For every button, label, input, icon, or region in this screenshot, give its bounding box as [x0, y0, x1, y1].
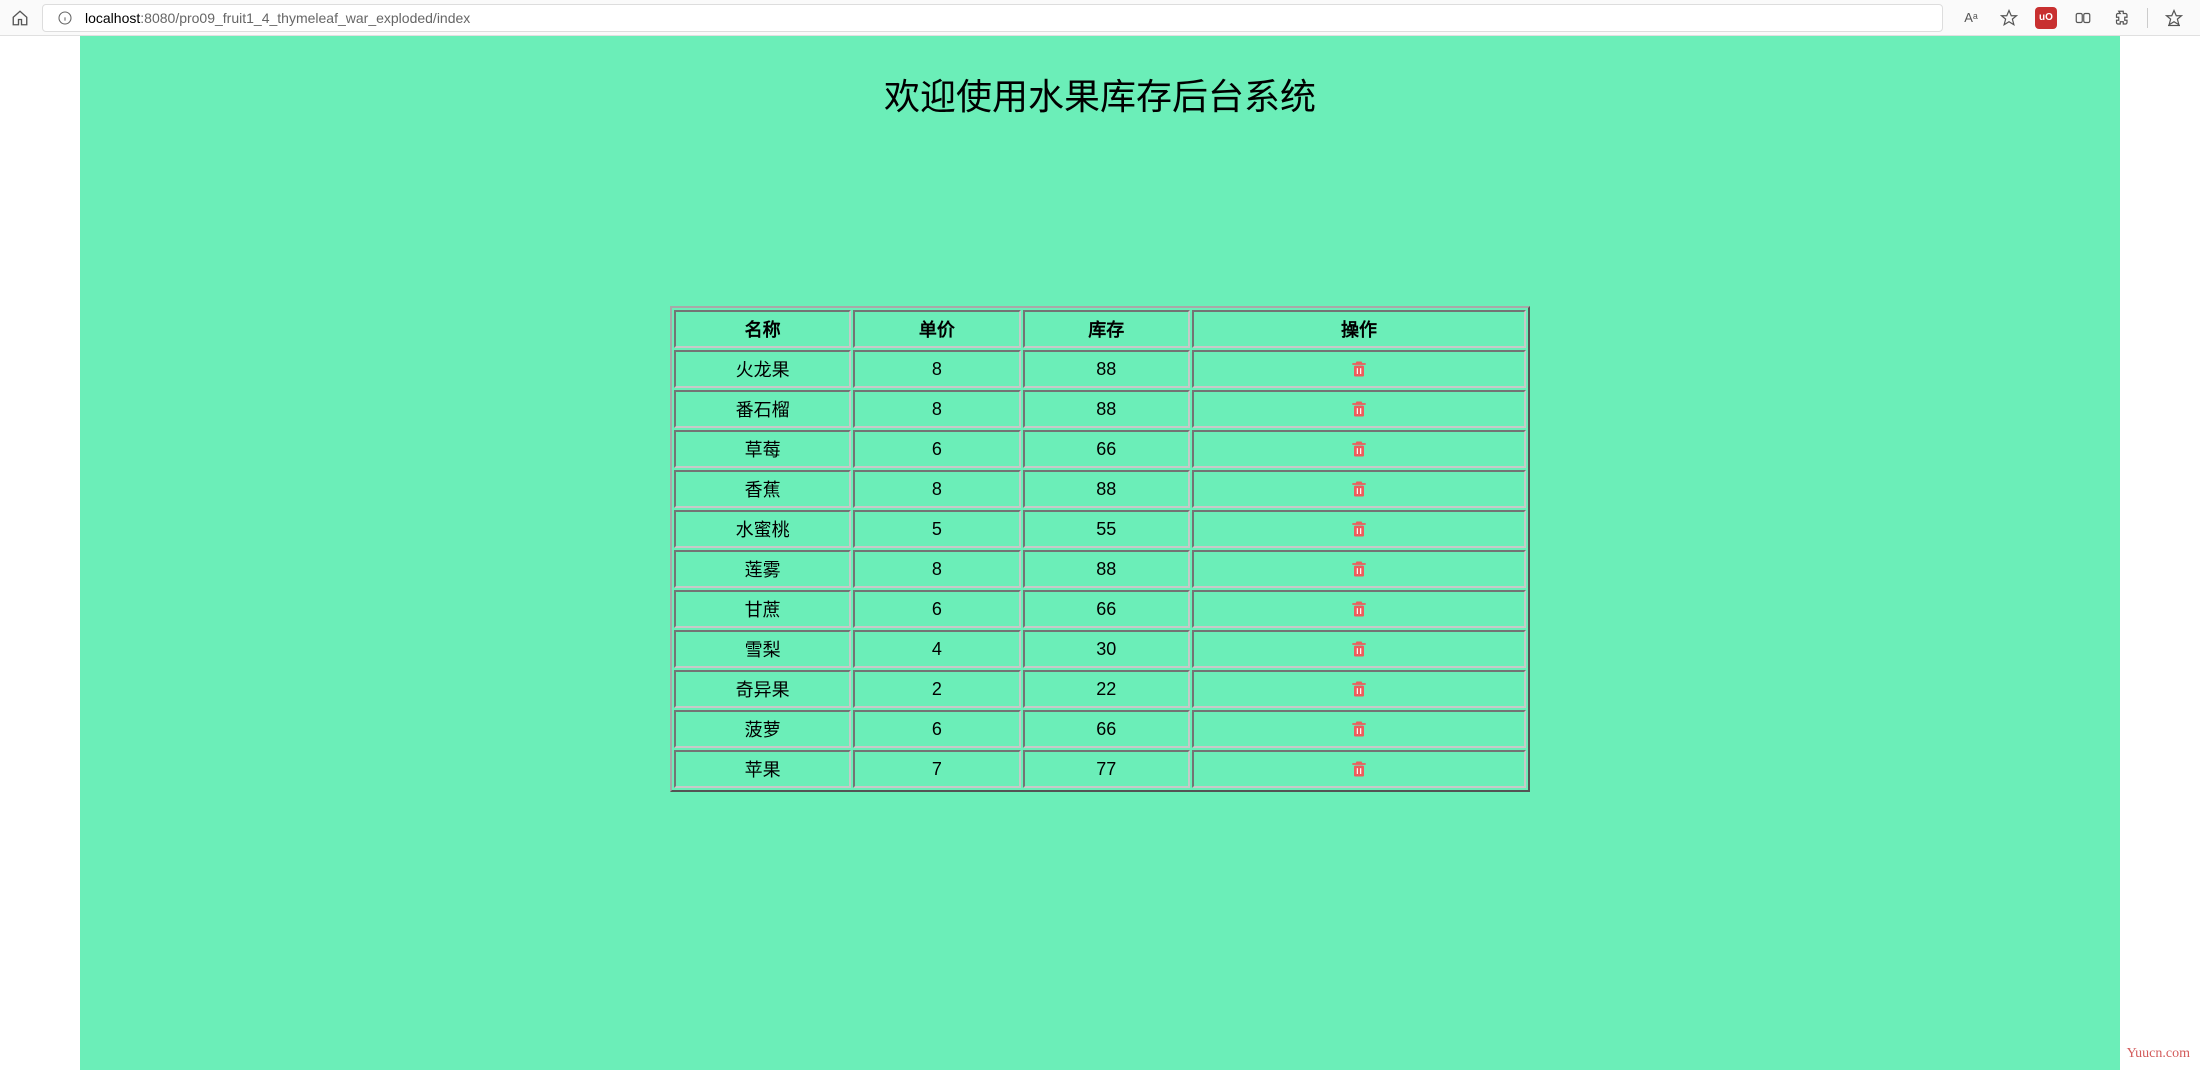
collections-icon[interactable]	[2071, 6, 2095, 30]
toolbar-divider	[2147, 8, 2148, 28]
home-button[interactable]	[8, 6, 32, 30]
cell-stock: 77	[1023, 750, 1190, 788]
cell-price: 8	[853, 350, 1020, 388]
cell-stock: 88	[1023, 350, 1190, 388]
cell-stock: 88	[1023, 470, 1190, 508]
watermark: Yuucn.com	[2127, 1046, 2190, 1062]
trash-icon[interactable]	[1348, 518, 1370, 540]
trash-icon[interactable]	[1348, 478, 1370, 500]
cell-action	[1192, 670, 1526, 708]
table-row: 火龙果888	[674, 350, 1526, 388]
table-row: 番石榴888	[674, 390, 1526, 428]
cell-action	[1192, 430, 1526, 468]
fruit-table-wrap: 名称 单价 库存 操作 火龙果888 番石榴888 草莓666	[670, 306, 1530, 792]
page-title: 欢迎使用水果库存后台系统	[80, 68, 2120, 120]
table-row: 香蕉888	[674, 470, 1526, 508]
cell-stock: 30	[1023, 630, 1190, 668]
cell-name: 莲雾	[674, 550, 851, 588]
col-stock: 库存	[1023, 310, 1190, 348]
favorite-icon[interactable]	[1997, 6, 2021, 30]
url-text: localhost:8080/pro09_fruit1_4_thymeleaf_…	[85, 10, 470, 26]
cell-price: 2	[853, 670, 1020, 708]
trash-icon[interactable]	[1348, 438, 1370, 460]
cell-price: 4	[853, 630, 1020, 668]
url-port: :8080	[140, 10, 175, 26]
trash-icon[interactable]	[1348, 718, 1370, 740]
cell-stock: 88	[1023, 550, 1190, 588]
cell-name: 草莓	[674, 430, 851, 468]
url-host: localhost	[85, 10, 140, 26]
read-aloud-icon[interactable]: Aᵃ	[1959, 6, 1983, 30]
cell-stock: 22	[1023, 670, 1190, 708]
cell-price: 6	[853, 590, 1020, 628]
favorites-list-icon[interactable]	[2162, 6, 2186, 30]
trash-icon[interactable]	[1348, 358, 1370, 380]
trash-icon[interactable]	[1348, 678, 1370, 700]
extensions-icon[interactable]	[2109, 6, 2133, 30]
table-row: 水蜜桃555	[674, 510, 1526, 548]
cell-action	[1192, 470, 1526, 508]
table-header-row: 名称 单价 库存 操作	[674, 310, 1526, 348]
cell-name: 水蜜桃	[674, 510, 851, 548]
cell-price: 6	[853, 710, 1020, 748]
cell-action	[1192, 710, 1526, 748]
table-row: 草莓666	[674, 430, 1526, 468]
trash-icon[interactable]	[1348, 558, 1370, 580]
cell-stock: 66	[1023, 590, 1190, 628]
cell-action	[1192, 590, 1526, 628]
cell-price: 6	[853, 430, 1020, 468]
address-bar[interactable]: localhost:8080/pro09_fruit1_4_thymeleaf_…	[42, 4, 1943, 32]
trash-icon[interactable]	[1348, 598, 1370, 620]
table-row: 甘蔗666	[674, 590, 1526, 628]
url-path: /pro09_fruit1_4_thymeleaf_war_exploded/i…	[175, 10, 470, 26]
cell-name: 甘蔗	[674, 590, 851, 628]
cell-action	[1192, 550, 1526, 588]
cell-action	[1192, 350, 1526, 388]
table-row: 雪梨430	[674, 630, 1526, 668]
table-row: 苹果777	[674, 750, 1526, 788]
cell-price: 8	[853, 470, 1020, 508]
page-viewport: 欢迎使用水果库存后台系统 名称 单价 库存 操作 火龙果888 番石榴888	[0, 36, 2200, 1070]
cell-name: 火龙果	[674, 350, 851, 388]
table-row: 奇异果222	[674, 670, 1526, 708]
cell-name: 奇异果	[674, 670, 851, 708]
trash-icon[interactable]	[1348, 758, 1370, 780]
ublock-icon[interactable]: uO	[2035, 7, 2057, 29]
table-row: 菠萝666	[674, 710, 1526, 748]
cell-name: 番石榴	[674, 390, 851, 428]
cell-stock: 66	[1023, 710, 1190, 748]
cell-price: 8	[853, 550, 1020, 588]
cell-stock: 66	[1023, 430, 1190, 468]
cell-action	[1192, 510, 1526, 548]
cell-name: 雪梨	[674, 630, 851, 668]
browser-toolbar: localhost:8080/pro09_fruit1_4_thymeleaf_…	[0, 0, 2200, 36]
cell-stock: 55	[1023, 510, 1190, 548]
cell-name: 苹果	[674, 750, 851, 788]
cell-action	[1192, 630, 1526, 668]
site-info-icon[interactable]	[53, 6, 77, 30]
trash-icon[interactable]	[1348, 638, 1370, 660]
main-container: 欢迎使用水果库存后台系统 名称 单价 库存 操作 火龙果888 番石榴888	[80, 36, 2120, 1070]
col-name: 名称	[674, 310, 851, 348]
cell-price: 7	[853, 750, 1020, 788]
col-action: 操作	[1192, 310, 1526, 348]
cell-name: 香蕉	[674, 470, 851, 508]
fruit-table: 名称 单价 库存 操作 火龙果888 番石榴888 草莓666	[670, 306, 1530, 792]
cell-name: 菠萝	[674, 710, 851, 748]
cell-stock: 88	[1023, 390, 1190, 428]
trash-icon[interactable]	[1348, 398, 1370, 420]
col-price: 单价	[853, 310, 1020, 348]
table-row: 莲雾888	[674, 550, 1526, 588]
toolbar-right: Aᵃ uO	[1953, 6, 2192, 30]
cell-price: 8	[853, 390, 1020, 428]
cell-price: 5	[853, 510, 1020, 548]
cell-action	[1192, 750, 1526, 788]
cell-action	[1192, 390, 1526, 428]
